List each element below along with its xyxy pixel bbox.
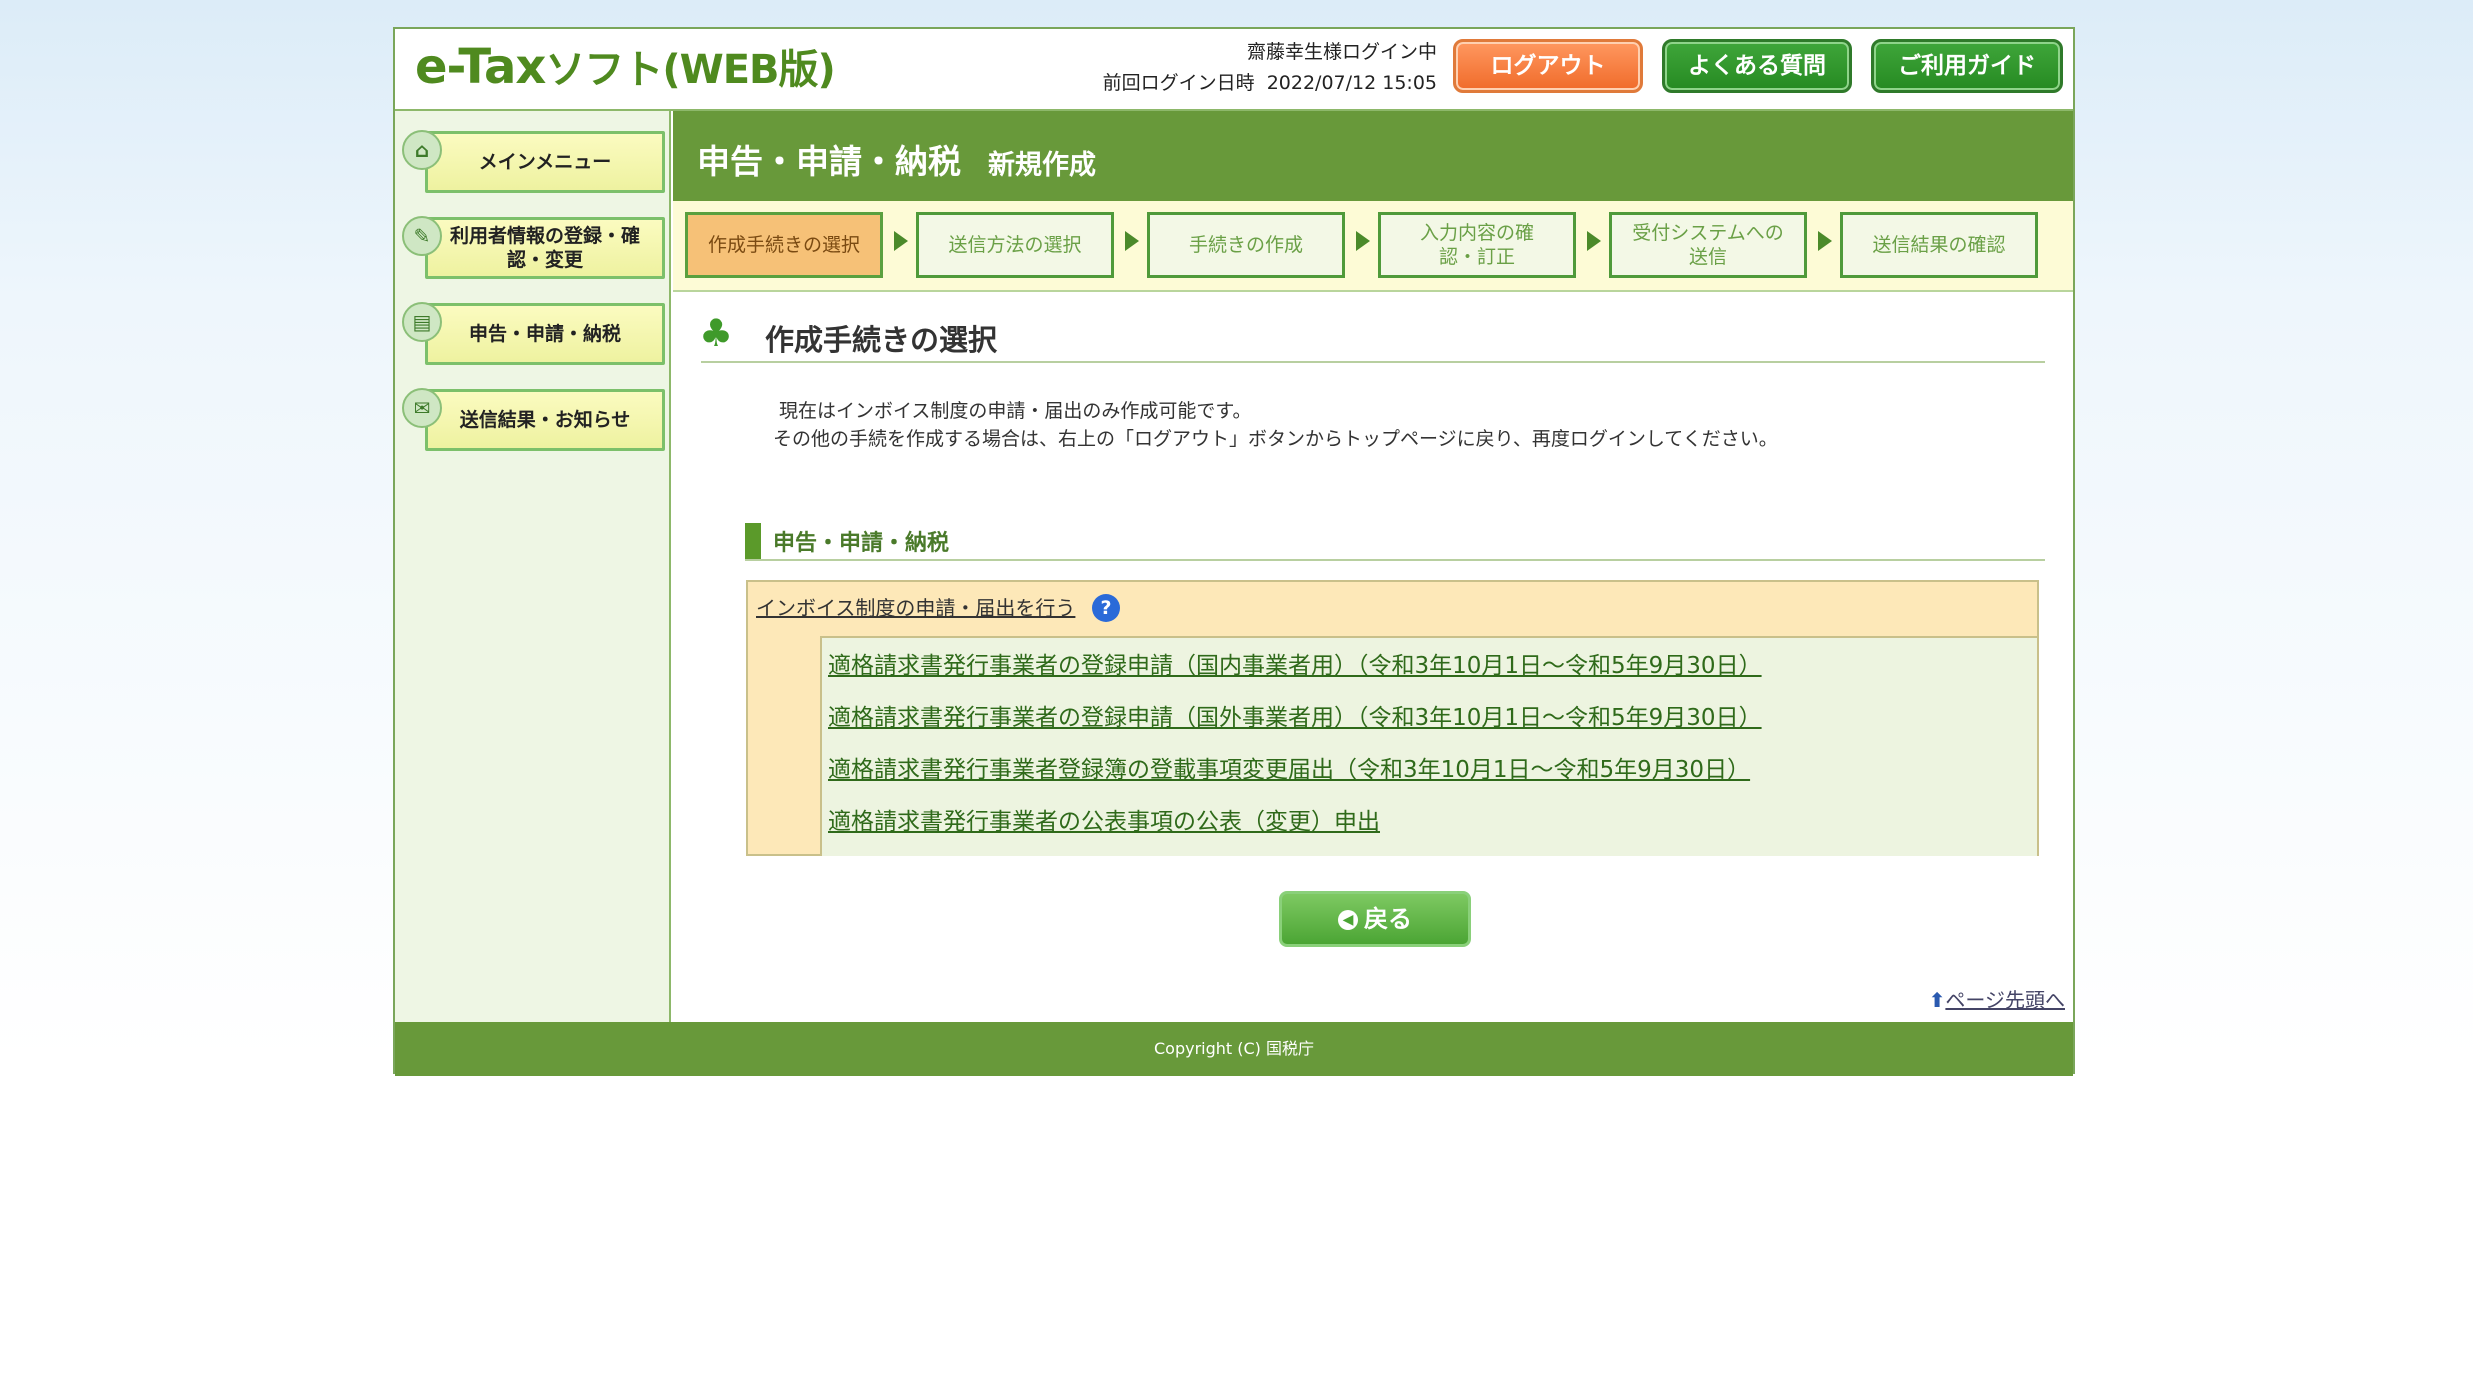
procedure-link-foreign[interactable]: 適格請求書発行事業者の登録申請（国外事業者用）（令和3年10月1日～令和5年9月… [828, 698, 1762, 732]
procedure-link-domestic[interactable]: 適格請求書発行事業者の登録申請（国内事業者用）（令和3年10月1日～令和5年9月… [828, 646, 1762, 680]
procedure-link-change[interactable]: 適格請求書発行事業者登録簿の登載事項変更届出（令和3年10月1日～令和5年9月3… [828, 750, 1750, 784]
user-login-status: 齋藤幸生様ログイン中 [1246, 41, 1437, 63]
progress-steps: 作成手続きの選択 送信方法の選択 手続きの作成 入力内容の確認・訂正 受付システ… [673, 201, 2073, 292]
page-top-link[interactable]: ⬆ページ先頭へ [1929, 984, 2065, 1013]
back-button[interactable]: ◀ 戻る [1279, 891, 1471, 947]
procedure-box: インボイス制度の申請・届出を行う ? 適格請求書発行事業者の登録申請（国内事業者… [746, 580, 2039, 856]
last-login-value: 2022/07/12 15:05 [1266, 72, 1437, 94]
page-subtitle: 新規作成 [988, 150, 1096, 181]
sidebar-item-main-menu[interactable]: ⌂ メインメニュー [402, 130, 665, 193]
app-frame: e-Taxソフト(WEB版) 齋藤幸生様ログイン中 前回ログイン日時 2022/… [393, 27, 2075, 1076]
step-arrow-icon [1587, 231, 1601, 251]
guide-button[interactable]: ご利用ガイド [1871, 39, 2063, 93]
step-arrow-icon [1125, 231, 1139, 251]
sidebar-item-declaration[interactable]: ▤ 申告・申請・納税 [402, 302, 665, 365]
procedure-link-publication[interactable]: 適格請求書発行事業者の公表事項の公表（変更）申出 [828, 802, 1380, 836]
step-2: 送信方法の選択 [916, 212, 1114, 278]
user-info-icon: ✎ [402, 216, 442, 256]
last-login: 前回ログイン日時 2022/07/12 15:05 [1102, 72, 1437, 94]
document-icon: ▤ [402, 302, 442, 342]
step-6: 送信結果の確認 [1840, 212, 2038, 278]
section-title: 作成手続きの選択 [765, 323, 998, 357]
procedure-list: 適格請求書発行事業者の登録申請（国内事業者用）（令和3年10月1日～令和5年9月… [820, 636, 2037, 856]
logout-button[interactable]: ログアウト [1453, 39, 1643, 93]
page-title: 申告・申請・納税 [697, 142, 961, 181]
sidebar: ⌂ メインメニュー ✎ 利用者情報の登録・確認・変更 ▤ 申告・申請・納税 ✉ … [395, 111, 671, 1023]
step-arrow-icon [894, 231, 908, 251]
step-4: 入力内容の確認・訂正 [1378, 212, 1576, 278]
notice-icon: ✉ [402, 388, 442, 428]
subheading: 申告・申請・納税 [745, 523, 2045, 561]
invoice-procedure-link[interactable]: インボイス制度の申請・届出を行う [756, 592, 1075, 621]
footer: Copyright (C) 国税庁 [395, 1022, 2073, 1076]
step-arrow-icon [1356, 231, 1370, 251]
clover-icon: ♣ [699, 311, 734, 355]
step-arrow-icon [1818, 231, 1832, 251]
copyright: Copyright (C) 国税庁 [1153, 1039, 1314, 1058]
step-1: 作成手続きの選択 [685, 212, 883, 278]
step-3: 手続きの作成 [1147, 212, 1345, 278]
etax-logo: e-Taxソフト(WEB版) [415, 39, 836, 95]
home-icon: ⌂ [402, 130, 442, 170]
sidebar-item-user-info[interactable]: ✎ 利用者情報の登録・確認・変更 [402, 216, 665, 279]
step-5: 受付システムへの送信 [1609, 212, 1807, 278]
sidebar-item-results[interactable]: ✉ 送信結果・お知らせ [402, 388, 665, 451]
section-divider [701, 361, 2045, 363]
help-icon[interactable]: ? [1092, 594, 1120, 622]
faq-button[interactable]: よくある質問 [1662, 39, 1852, 93]
page-title-bar: 申告・申請・納税 新規作成 [673, 111, 2073, 201]
login-info: 齋藤幸生様ログイン中 前回ログイン日時 2022/07/12 15:05 [1103, 37, 1437, 99]
notice-text: 現在はインボイス制度の申請・届出のみ作成可能です。 その他の手続を作成する場合は… [773, 400, 1778, 450]
header: e-Taxソフト(WEB版) 齋藤幸生様ログイン中 前回ログイン日時 2022/… [395, 29, 2073, 111]
back-arrow-icon: ◀ [1338, 910, 1358, 930]
up-arrow-icon: ⬆ [1928, 988, 1946, 1012]
